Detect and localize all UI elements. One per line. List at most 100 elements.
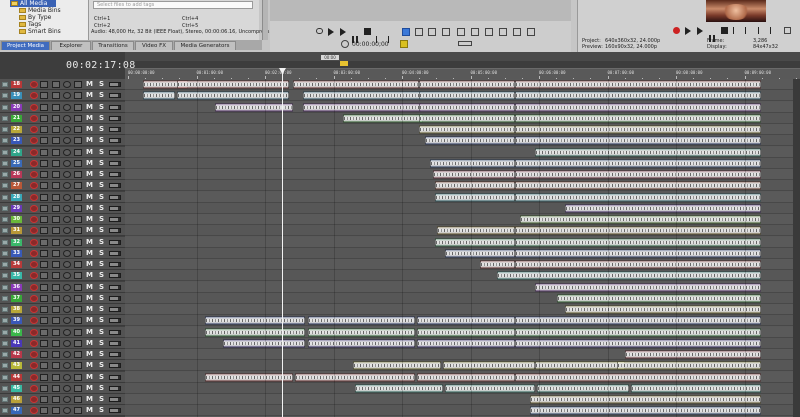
opacity-slider[interactable] xyxy=(109,217,121,222)
tab-video-fx[interactable]: Video FX xyxy=(135,41,173,50)
expand-track-icon[interactable] xyxy=(2,228,8,234)
audio-only-icon[interactable] xyxy=(527,28,535,36)
track-fx-icon[interactable] xyxy=(40,148,48,156)
zoom-slider[interactable] xyxy=(458,41,472,46)
record-arm-icon[interactable] xyxy=(30,216,38,223)
composite-mode-icon[interactable] xyxy=(52,238,60,246)
track-lane[interactable] xyxy=(125,90,800,102)
media-clip[interactable] xyxy=(435,192,515,202)
track-fx-icon[interactable] xyxy=(40,306,48,313)
automation-icon[interactable] xyxy=(63,328,71,336)
track-header[interactable]: 41 M S xyxy=(0,337,125,349)
track-lane[interactable] xyxy=(125,292,800,304)
mute-button[interactable]: M xyxy=(86,181,93,189)
track-lane[interactable] xyxy=(125,337,800,349)
composite-mode-icon[interactable] xyxy=(52,137,60,145)
settings-icon[interactable] xyxy=(784,27,791,34)
time-ruler[interactable]: 00:00:00:00 00:01:00:00 00:02:00:00 00:03:0… xyxy=(125,68,800,80)
motion-icon[interactable] xyxy=(74,148,82,156)
media-clip[interactable] xyxy=(515,327,761,337)
mute-button[interactable]: M xyxy=(86,114,93,122)
track-header[interactable]: 26 M S xyxy=(0,169,125,180)
automation-icon[interactable] xyxy=(63,227,71,235)
track-lane[interactable] xyxy=(125,304,800,315)
composite-mode-icon[interactable] xyxy=(52,249,60,257)
media-clip[interactable] xyxy=(303,102,421,112)
media-clip[interactable] xyxy=(177,80,289,89)
timeline-vertical-scrollbar[interactable] xyxy=(793,79,800,417)
track-fx-icon[interactable] xyxy=(40,159,48,167)
solo-button[interactable]: S xyxy=(99,361,104,369)
add-to-timeline-icon[interactable] xyxy=(442,28,450,36)
track-header[interactable]: 25 M S xyxy=(0,157,125,169)
opacity-slider[interactable] xyxy=(109,194,121,200)
opacity-slider[interactable] xyxy=(109,408,121,414)
track-lane[interactable] xyxy=(125,270,800,282)
media-clip[interactable] xyxy=(515,316,761,326)
motion-icon[interactable] xyxy=(74,328,82,336)
expand-track-icon[interactable] xyxy=(2,385,8,391)
track-lane[interactable] xyxy=(125,247,800,259)
media-clip[interactable] xyxy=(565,305,761,314)
mute-button[interactable]: M xyxy=(86,316,93,324)
composite-mode-icon[interactable] xyxy=(52,396,60,403)
track-header[interactable]: 40 M S xyxy=(0,326,125,338)
expand-track-icon[interactable] xyxy=(2,397,8,402)
track-lane[interactable] xyxy=(125,360,800,372)
record-arm-icon[interactable] xyxy=(30,92,38,100)
track-header[interactable]: 35 M S xyxy=(0,270,125,282)
media-clip[interactable] xyxy=(435,181,515,191)
expand-track-icon[interactable] xyxy=(2,160,8,166)
motion-icon[interactable] xyxy=(74,294,82,302)
track-lane[interactable] xyxy=(125,202,800,214)
automation-icon[interactable] xyxy=(63,159,71,167)
automation-icon[interactable] xyxy=(63,193,71,201)
track-header[interactable]: 36 M S xyxy=(0,281,125,293)
media-clip[interactable] xyxy=(353,361,441,371)
mute-button[interactable]: M xyxy=(86,125,93,133)
track-lane[interactable] xyxy=(125,394,800,405)
prev-frame-icon[interactable] xyxy=(376,28,384,43)
track-fx-icon[interactable] xyxy=(40,92,48,100)
solo-button[interactable]: S xyxy=(99,373,104,381)
media-clip[interactable] xyxy=(515,260,761,269)
expand-track-icon[interactable] xyxy=(2,149,8,155)
opacity-slider[interactable] xyxy=(109,363,121,369)
composite-mode-icon[interactable] xyxy=(52,294,60,302)
media-clip[interactable] xyxy=(433,170,515,179)
expand-track-icon[interactable] xyxy=(2,239,8,245)
loop-playback-icon[interactable] xyxy=(685,27,692,35)
composite-mode-icon[interactable] xyxy=(52,159,60,167)
media-clip[interactable] xyxy=(443,361,535,371)
track-header[interactable]: 33 M S xyxy=(0,247,125,259)
solo-button[interactable]: S xyxy=(99,103,104,111)
track-lane[interactable] xyxy=(125,124,800,135)
opacity-slider[interactable] xyxy=(109,273,121,279)
composite-mode-icon[interactable] xyxy=(52,272,60,280)
media-clip[interactable] xyxy=(293,80,419,89)
expand-track-icon[interactable] xyxy=(2,104,8,110)
track-lane[interactable] xyxy=(125,157,800,169)
motion-icon[interactable] xyxy=(74,261,82,268)
solo-button[interactable]: S xyxy=(99,350,104,358)
media-clip[interactable] xyxy=(417,327,515,337)
track-fx-icon[interactable] xyxy=(40,204,48,212)
track-fx-icon[interactable] xyxy=(40,339,48,347)
opacity-slider[interactable] xyxy=(109,82,121,87)
solo-button[interactable]: S xyxy=(99,159,104,167)
solo-button[interactable]: S xyxy=(99,91,104,99)
track-header[interactable]: 31 M S xyxy=(0,225,125,237)
motion-icon[interactable] xyxy=(74,81,82,88)
composite-mode-icon[interactable] xyxy=(52,328,60,336)
track-header[interactable]: 24 M S xyxy=(0,146,125,158)
track-fx-icon[interactable] xyxy=(40,227,48,235)
expand-track-icon[interactable] xyxy=(2,273,8,279)
automation-icon[interactable] xyxy=(63,92,71,100)
track-lane[interactable] xyxy=(125,405,800,417)
motion-icon[interactable] xyxy=(74,351,82,358)
record-arm-icon[interactable] xyxy=(30,126,38,133)
expand-track-icon[interactable] xyxy=(2,138,8,144)
motion-icon[interactable] xyxy=(74,171,82,178)
media-clip[interactable] xyxy=(480,260,515,269)
solo-button[interactable]: S xyxy=(99,204,104,212)
